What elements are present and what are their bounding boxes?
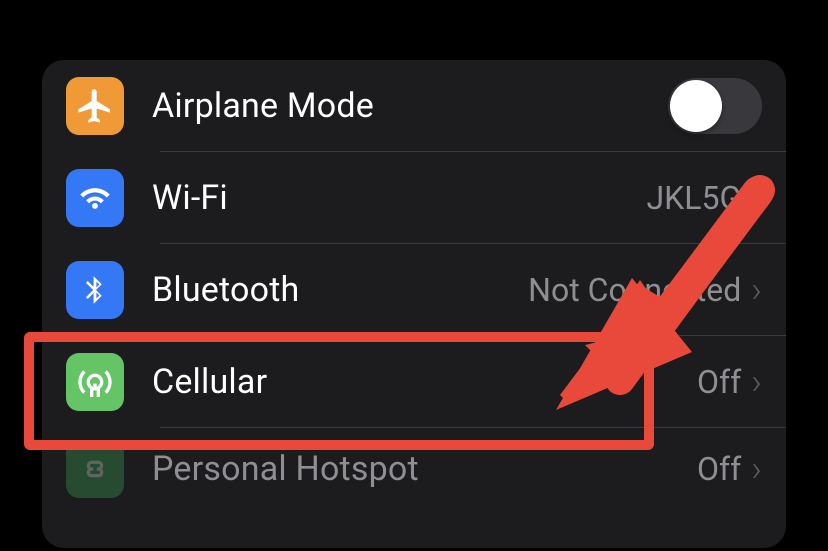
chevron-right-icon: › bbox=[751, 451, 762, 487]
row-cellular[interactable]: Cellular Off › bbox=[42, 336, 786, 428]
airplane-label: Airplane Mode bbox=[152, 86, 668, 126]
chevron-right-icon: › bbox=[751, 180, 762, 216]
settings-panel: Airplane Mode Wi-Fi JKL5G › Bluetooth No… bbox=[42, 60, 786, 548]
cellular-icon bbox=[66, 353, 124, 411]
hotspot-label: Personal Hotspot bbox=[152, 449, 697, 489]
row-bluetooth[interactable]: Bluetooth Not Connected › bbox=[42, 244, 786, 336]
cellular-label: Cellular bbox=[152, 362, 697, 402]
toggle-knob bbox=[670, 80, 722, 132]
bluetooth-label: Bluetooth bbox=[152, 270, 528, 310]
chevron-right-icon: › bbox=[751, 364, 762, 400]
airplane-icon bbox=[66, 77, 124, 135]
bluetooth-icon bbox=[66, 261, 124, 319]
row-airplane-mode[interactable]: Airplane Mode bbox=[42, 60, 786, 152]
chevron-right-icon: › bbox=[751, 272, 762, 308]
hotspot-detail: Off bbox=[697, 450, 741, 488]
bluetooth-detail: Not Connected bbox=[528, 271, 741, 309]
wifi-detail: JKL5G bbox=[647, 179, 742, 217]
row-personal-hotspot[interactable]: Personal Hotspot Off › bbox=[42, 428, 786, 510]
row-wifi[interactable]: Wi-Fi JKL5G › bbox=[42, 152, 786, 244]
hotspot-icon bbox=[66, 440, 124, 498]
cellular-detail: Off bbox=[697, 363, 741, 401]
wifi-icon bbox=[66, 169, 124, 227]
wifi-label: Wi-Fi bbox=[152, 178, 647, 218]
airplane-toggle[interactable] bbox=[668, 78, 762, 134]
